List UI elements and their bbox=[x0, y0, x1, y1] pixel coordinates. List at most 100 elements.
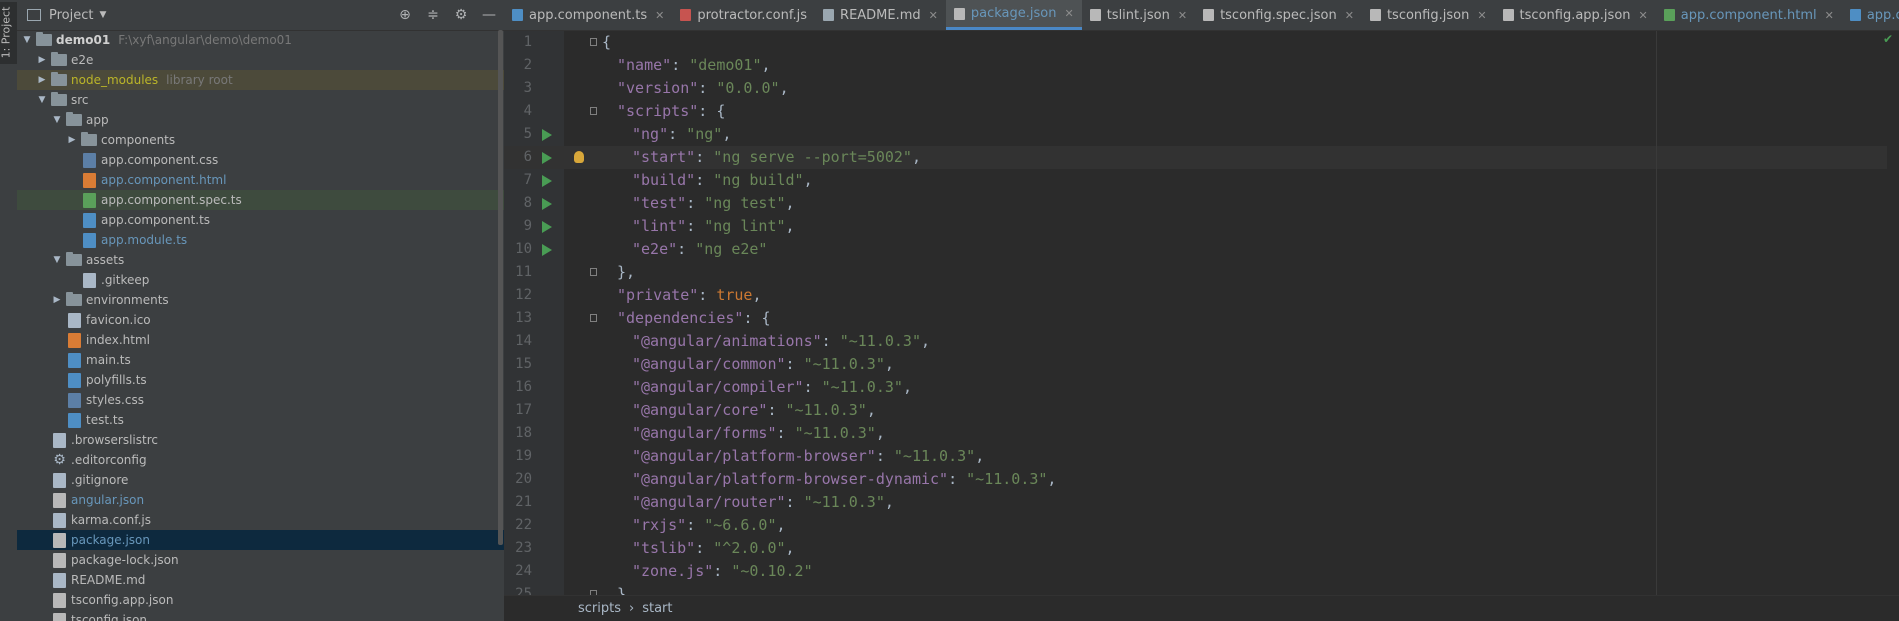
code-line[interactable]: 19 "@angular/platform-browser": "~11.0.3"… bbox=[504, 445, 1899, 468]
close-icon[interactable]: ✕ bbox=[1639, 9, 1648, 22]
code-line[interactable]: 1{ bbox=[504, 31, 1899, 54]
collapsed-arrow-icon[interactable]: ▶ bbox=[51, 290, 63, 310]
code-line[interactable]: 6 "start": "ng serve --port=5002", bbox=[504, 146, 1899, 169]
tree-item[interactable]: karma.conf.js bbox=[17, 510, 504, 530]
code-line[interactable]: 22 "rxjs": "~6.6.0", bbox=[504, 514, 1899, 537]
tree-item[interactable]: package-lock.json bbox=[17, 550, 504, 570]
tree-item[interactable]: ▶ node_modules library root bbox=[17, 70, 504, 90]
tree-item[interactable]: ⚙ .editorconfig bbox=[17, 450, 504, 470]
collapsed-arrow-icon[interactable]: ▶ bbox=[36, 50, 48, 70]
code-line[interactable]: 15 "@angular/common": "~11.0.3", bbox=[504, 353, 1899, 376]
code-line[interactable]: 11}, bbox=[504, 261, 1899, 284]
expanded-arrow-icon[interactable]: ▼ bbox=[51, 110, 63, 130]
editor-scrollbar[interactable] bbox=[1887, 31, 1899, 596]
tree-item[interactable]: ▼ src bbox=[17, 90, 504, 110]
tree-item[interactable]: app.component.css bbox=[17, 150, 504, 170]
code-line[interactable]: 16 "@angular/compiler": "~11.0.3", bbox=[504, 376, 1899, 399]
tree-item[interactable]: ▶ e2e bbox=[17, 50, 504, 70]
expanded-arrow-icon[interactable]: ▼ bbox=[36, 90, 48, 110]
editor-tab[interactable]: tsconfig.app.json ✕ bbox=[1495, 0, 1656, 30]
run-script-icon[interactable] bbox=[542, 129, 552, 141]
tree-item[interactable]: .gitignore bbox=[17, 470, 504, 490]
run-script-icon[interactable] bbox=[542, 198, 552, 210]
close-icon[interactable]: ✕ bbox=[929, 9, 938, 22]
tree-item[interactable]: tsconfig.json bbox=[17, 610, 504, 621]
fold-marker-icon[interactable] bbox=[590, 314, 597, 322]
collapsed-arrow-icon[interactable]: ▶ bbox=[66, 130, 78, 150]
expanded-arrow-icon[interactable]: ▼ bbox=[51, 250, 63, 270]
code-line[interactable]: 23 "tslib": "^2.0.0", bbox=[504, 537, 1899, 560]
code-line[interactable]: 24 "zone.js": "~0.10.2" bbox=[504, 560, 1899, 583]
hide-icon[interactable]: — bbox=[480, 6, 498, 24]
tree-item[interactable]: .browserslistrc bbox=[17, 430, 504, 450]
editor-tab[interactable]: package.json ✕ bbox=[945, 0, 1082, 30]
collapsed-arrow-icon[interactable]: ▶ bbox=[36, 70, 48, 90]
tree-item[interactable]: package.json bbox=[17, 530, 504, 550]
tree-item[interactable]: app.module.ts bbox=[17, 230, 504, 250]
close-icon[interactable]: ✕ bbox=[1825, 9, 1834, 22]
run-script-icon[interactable] bbox=[542, 221, 552, 233]
project-scrollbar[interactable] bbox=[498, 30, 503, 545]
editor-tab[interactable]: tslint.json ✕ bbox=[1082, 0, 1195, 30]
editor-tab[interactable]: app.component.ts ✕ bbox=[504, 0, 672, 30]
run-script-icon[interactable] bbox=[542, 152, 552, 164]
locate-icon[interactable]: ⊕ bbox=[396, 6, 414, 24]
tree-item[interactable]: ▼ assets bbox=[17, 250, 504, 270]
code-line[interactable]: 21 "@angular/router": "~11.0.3", bbox=[504, 491, 1899, 514]
close-icon[interactable]: ✕ bbox=[1178, 9, 1187, 22]
tree-item[interactable]: favicon.ico bbox=[17, 310, 504, 330]
tree-item[interactable]: test.ts bbox=[17, 410, 504, 430]
editor-tab[interactable]: README.md ✕ bbox=[815, 0, 946, 30]
chevron-down-icon[interactable]: ▼ bbox=[99, 10, 106, 20]
code-line[interactable]: 14 "@angular/animations": "~11.0.3", bbox=[504, 330, 1899, 353]
close-icon[interactable]: ✕ bbox=[655, 9, 664, 22]
code-line[interactable]: 7 "build": "ng build", bbox=[504, 169, 1899, 192]
project-view-selector[interactable]: Project bbox=[49, 8, 93, 23]
code-editor[interactable]: 1{2 "name": "demo01", 3 "version": "0.0.0",… bbox=[504, 31, 1899, 603]
close-icon[interactable]: ✕ bbox=[1064, 7, 1073, 20]
tree-item[interactable]: ▼ app bbox=[17, 110, 504, 130]
code-line[interactable]: 2 "name": "demo01", bbox=[504, 54, 1899, 77]
tree-item[interactable]: angular.json bbox=[17, 490, 504, 510]
breadcrumb-start[interactable]: start bbox=[642, 601, 672, 616]
tree-item[interactable]: ▶ environments bbox=[17, 290, 504, 310]
tree-item[interactable]: app.component.html bbox=[17, 170, 504, 190]
tree-item[interactable]: app.component.spec.ts bbox=[17, 190, 504, 210]
tree-item[interactable]: app.component.ts bbox=[17, 210, 504, 230]
tree-item[interactable]: main.ts bbox=[17, 350, 504, 370]
code-line[interactable]: 18 "@angular/forms": "~11.0.3", bbox=[504, 422, 1899, 445]
intention-bulb-icon[interactable] bbox=[574, 151, 584, 163]
tree-item[interactable]: ▶ components bbox=[17, 130, 504, 150]
fold-marker-icon[interactable] bbox=[590, 107, 597, 115]
run-script-icon[interactable] bbox=[542, 175, 552, 187]
tree-item[interactable]: index.html bbox=[17, 330, 504, 350]
tree-item[interactable]: ▼ demo01 F:\xyf\angular\demo\demo01 bbox=[17, 30, 504, 50]
code-line[interactable]: 5 "ng": "ng", bbox=[504, 123, 1899, 146]
tree-item[interactable]: tsconfig.app.json bbox=[17, 590, 504, 610]
code-line[interactable]: 17 "@angular/core": "~11.0.3", bbox=[504, 399, 1899, 422]
run-script-icon[interactable] bbox=[542, 244, 552, 256]
project-tree[interactable]: ▼ demo01 F:\xyf\angular\demo\demo01 ▶ e2e ▶ no… bbox=[17, 30, 504, 621]
fold-marker-icon[interactable] bbox=[590, 268, 597, 276]
inspection-ok-icon[interactable]: ✔ bbox=[1883, 32, 1893, 46]
tree-item[interactable]: polyfills.ts bbox=[17, 370, 504, 390]
editor-tab[interactable]: app.com bbox=[1842, 0, 1899, 30]
code-line[interactable]: 3 "version": "0.0.0", bbox=[504, 77, 1899, 100]
tree-item[interactable]: README.md bbox=[17, 570, 504, 590]
code-line[interactable]: 10 "e2e": "ng e2e" bbox=[504, 238, 1899, 261]
project-tool-tab[interactable]: 1: Project bbox=[0, 2, 17, 64]
close-icon[interactable]: ✕ bbox=[1477, 9, 1486, 22]
code-line[interactable]: 20 "@angular/platform-browser-dynamic": "… bbox=[504, 468, 1899, 491]
tree-item[interactable]: .gitkeep bbox=[17, 270, 504, 290]
editor-tab[interactable]: protractor.conf.js bbox=[672, 0, 815, 30]
expanded-arrow-icon[interactable]: ▼ bbox=[21, 30, 33, 50]
tree-item[interactable]: styles.css bbox=[17, 390, 504, 410]
gear-icon[interactable]: ⚙ bbox=[452, 6, 470, 24]
code-line[interactable]: 8 "test": "ng test", bbox=[504, 192, 1899, 215]
code-line[interactable]: 9 "lint": "ng lint", bbox=[504, 215, 1899, 238]
code-line[interactable]: 13 "dependencies": { bbox=[504, 307, 1899, 330]
close-icon[interactable]: ✕ bbox=[1345, 9, 1354, 22]
code-line[interactable]: 12 "private": true, bbox=[504, 284, 1899, 307]
collapse-all-icon[interactable]: ≑ bbox=[424, 6, 442, 24]
editor-tab[interactable]: tsconfig.json ✕ bbox=[1362, 0, 1495, 30]
